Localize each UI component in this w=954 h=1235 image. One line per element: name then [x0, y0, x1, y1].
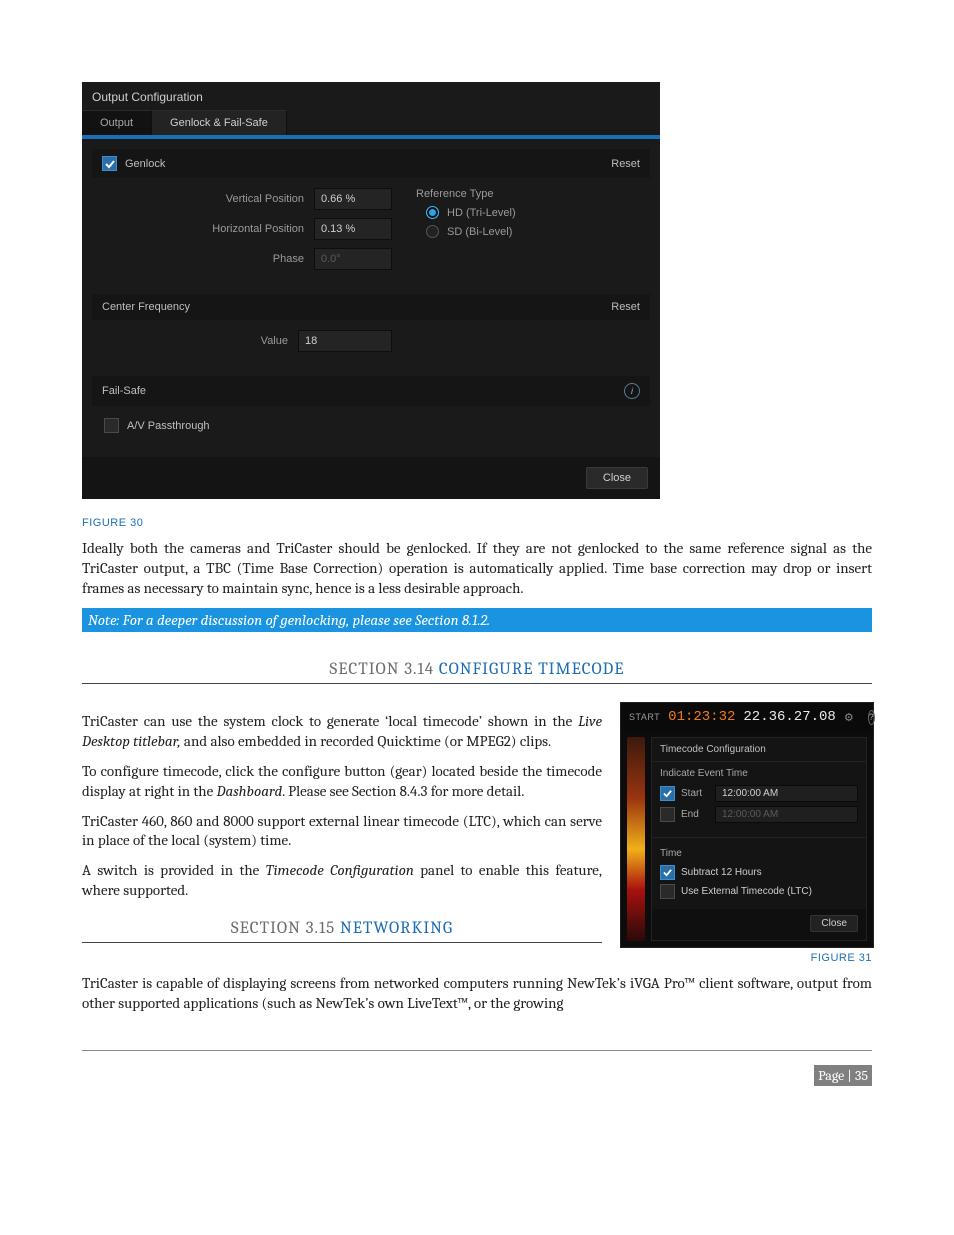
external-ltc-checkbox[interactable] [660, 884, 675, 899]
phase-label: Phase [102, 253, 304, 265]
genlock-section-header: Genlock Reset [92, 149, 650, 178]
dialog-tabs: Output Genlock & Fail-Safe [82, 110, 660, 135]
section-3-14-heading: SECTION 3.14 CONFIGURE TIMECODE [82, 660, 872, 684]
timecode-config-panel: Timecode Configuration Indicate Event Ti… [651, 737, 867, 941]
reference-hd-row[interactable]: HD (Tri-Level) [426, 206, 516, 219]
section-3-15-title: NETWORKING [340, 919, 453, 938]
preview-strip [627, 737, 645, 941]
radio-hd-label: HD (Tri-Level) [447, 207, 516, 219]
paragraph-timecode-2: To configure timecode, click the configu… [82, 762, 602, 802]
av-passthrough-label: A/V Passthrough [127, 420, 210, 432]
output-config-dialog: Output Configuration Output Genlock & Fa… [82, 82, 660, 499]
end-row-label: End [681, 809, 709, 820]
genlock-reset-button[interactable]: Reset [611, 158, 640, 170]
reference-sd-row[interactable]: SD (Bi-Level) [426, 225, 516, 238]
center-frequency-value[interactable]: 18 [298, 330, 392, 352]
section-3-14-number: SECTION 3.14 [330, 660, 435, 679]
horizontal-position-label: Horizontal Position [102, 223, 304, 235]
figure-31-caption: FIGURE 31 [620, 952, 872, 964]
failsafe-label: Fail-Safe [102, 385, 146, 397]
genlock-label: Genlock [125, 158, 165, 170]
timecode-panel-title: Timecode Configuration [652, 738, 866, 762]
vertical-position-value[interactable]: 0.66 % [314, 188, 392, 210]
center-frequency-label: Center Frequency [102, 301, 190, 313]
page-number: Page | 35 [814, 1065, 872, 1086]
section-3-14-title: CONFIGURE TIMECODE [439, 660, 625, 679]
vertical-position-label: Vertical Position [102, 193, 304, 205]
dialog-title: Output Configuration [82, 82, 660, 110]
tab-output[interactable]: Output [82, 110, 152, 135]
horizontal-position-value[interactable]: 0.13 % [314, 218, 392, 240]
radio-sd-label: SD (Bi-Level) [447, 226, 512, 238]
start-checkbox[interactable] [660, 786, 675, 801]
phase-value[interactable]: 0.0° [314, 248, 392, 270]
start-row-label: Start [681, 788, 709, 799]
genlock-checkbox[interactable] [102, 156, 117, 171]
timecode-white: 22.36.27.08 [743, 709, 835, 725]
start-time-value[interactable]: 12:00:00 AM [715, 785, 858, 802]
paragraph-networking: TriCaster is capable of displaying scree… [82, 974, 872, 1014]
info-icon[interactable]: i [624, 383, 640, 399]
close-button[interactable]: Close [586, 467, 648, 489]
divider [652, 837, 866, 838]
start-label: START [629, 712, 660, 722]
paragraph-genlock: Ideally both the cameras and TriCaster s… [82, 539, 872, 598]
section-3-15-number: SECTION 3.15 [231, 919, 335, 938]
time-section-label: Time [660, 848, 858, 859]
end-checkbox[interactable] [660, 807, 675, 822]
center-frequency-value-label: Value [102, 335, 288, 347]
end-time-value[interactable]: 12:00:00 AM [715, 806, 858, 823]
radio-sd-icon [426, 225, 439, 238]
subtract-12h-label: Subtract 12 Hours [681, 867, 762, 878]
av-passthrough-checkbox[interactable] [104, 418, 119, 433]
footer-rule [82, 1050, 872, 1051]
paragraph-timecode-3: TriCaster 460, 860 and 8000 support exte… [82, 812, 602, 852]
gear-icon[interactable]: ⚙ [844, 711, 854, 724]
center-frequency-reset-button[interactable]: Reset [611, 301, 640, 313]
timecode-topbar: START 01:23:32 22.36.27.08 ⚙ ? [621, 703, 873, 731]
help-icon[interactable]: ? [868, 710, 875, 725]
center-frequency-header: Center Frequency Reset [92, 294, 650, 320]
note-box: Note: For a deeper discussion of genlock… [82, 608, 872, 632]
paragraph-timecode-1: TriCaster can use the system clock to ge… [82, 712, 602, 752]
section-3-15-heading: SECTION 3.15 NETWORKING [82, 919, 602, 943]
timecode-screenshot: START 01:23:32 22.36.27.08 ⚙ ? Timecode … [620, 702, 874, 948]
radio-hd-icon [426, 206, 439, 219]
indicate-event-time-label: Indicate Event Time [660, 768, 858, 779]
figure-30-caption: FIGURE 30 [82, 517, 872, 529]
failsafe-header: Fail-Safe i [92, 376, 650, 406]
external-ltc-label: Use External Timecode (LTC) [681, 886, 812, 897]
reference-type-label: Reference Type [416, 188, 516, 200]
subtract-12h-checkbox[interactable] [660, 865, 675, 880]
timecode-close-button[interactable]: Close [810, 915, 858, 932]
paragraph-timecode-4: A switch is provided in the Timecode Con… [82, 861, 602, 901]
tab-genlock-failsafe[interactable]: Genlock & Fail-Safe [152, 110, 287, 135]
timecode-orange: 01:23:32 [668, 709, 735, 725]
